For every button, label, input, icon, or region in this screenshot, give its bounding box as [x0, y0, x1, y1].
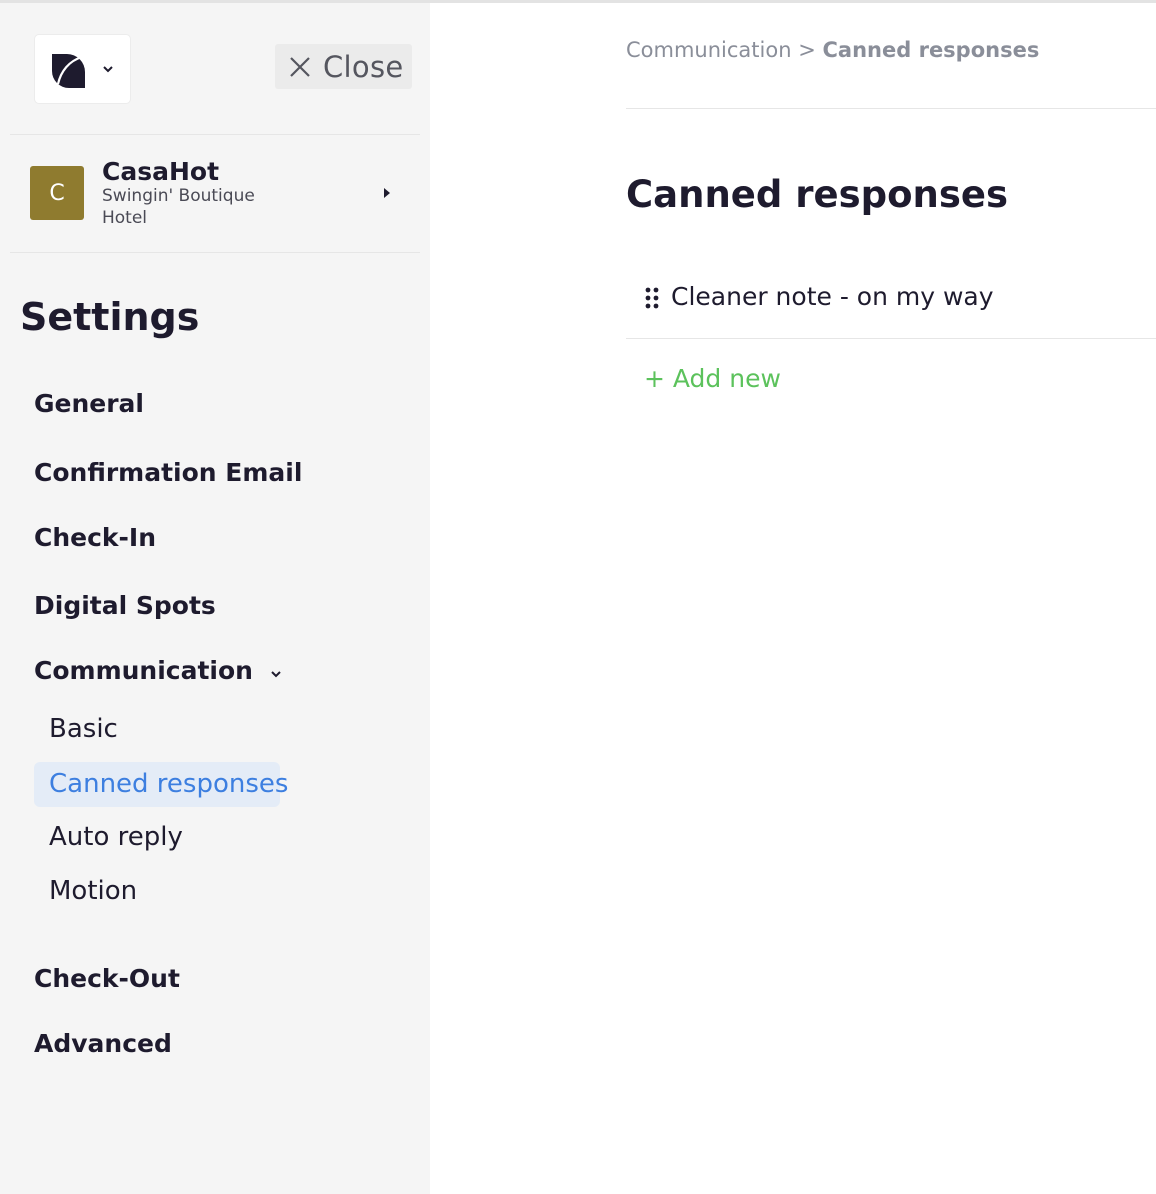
close-icon [289, 56, 311, 78]
subnav-item-label: Canned responses [49, 769, 289, 799]
caret-right-icon [384, 188, 390, 198]
breadcrumb: Communication > Canned responses [626, 38, 1039, 62]
list-item[interactable]: Cleaner note - on my way [626, 260, 1156, 339]
sidebar-divider [10, 252, 420, 253]
settings-title: Settings [20, 295, 200, 339]
brand-logo-icon [49, 51, 89, 95]
avatar: C [30, 166, 84, 220]
drag-handle-icon[interactable] [645, 287, 659, 313]
nav-item-general[interactable]: General [34, 389, 144, 418]
property-subtitle: Swingin' Boutique Hotel [102, 186, 255, 228]
breadcrumb-parent[interactable]: Communication [626, 38, 792, 62]
add-new-button[interactable]: + Add new [644, 364, 781, 393]
subnav-item-basic[interactable]: Basic [49, 714, 118, 744]
sidebar-divider [10, 134, 420, 135]
page-title: Canned responses [626, 173, 1009, 216]
breadcrumb-separator: > [798, 38, 816, 62]
nav-item-communication[interactable]: Communication [34, 656, 283, 687]
subnav-item-motion[interactable]: Motion [49, 876, 137, 906]
nav-item-advanced[interactable]: Advanced [34, 1029, 172, 1058]
response-title: Cleaner note - on my way [671, 282, 994, 311]
nav-item-check-in[interactable]: Check-In [34, 523, 156, 552]
close-button[interactable]: Close [275, 44, 412, 89]
breadcrumb-current: Canned responses [822, 38, 1040, 62]
property-name: CasaHot [102, 157, 220, 186]
nav-item-communication-label: Communication [34, 656, 253, 685]
chevron-down-icon [269, 658, 283, 687]
app-switcher-button[interactable] [35, 35, 130, 103]
subnav-item-canned-responses[interactable]: Canned responses [34, 762, 288, 807]
header-divider [626, 108, 1156, 109]
nav-item-digital-spots[interactable]: Digital Spots [34, 591, 216, 620]
nav-item-check-out[interactable]: Check-Out [34, 964, 180, 993]
close-label: Close [323, 49, 404, 84]
subnav-item-auto-reply[interactable]: Auto reply [49, 822, 183, 852]
settings-sidebar: Close C CasaHot Swingin' Boutique Hotel … [0, 3, 430, 1194]
property-selector[interactable]: C CasaHot Swingin' Boutique Hotel [30, 157, 410, 246]
chevron-down-icon [101, 61, 115, 80]
nav-item-confirmation-email[interactable]: Confirmation Email [34, 458, 302, 487]
